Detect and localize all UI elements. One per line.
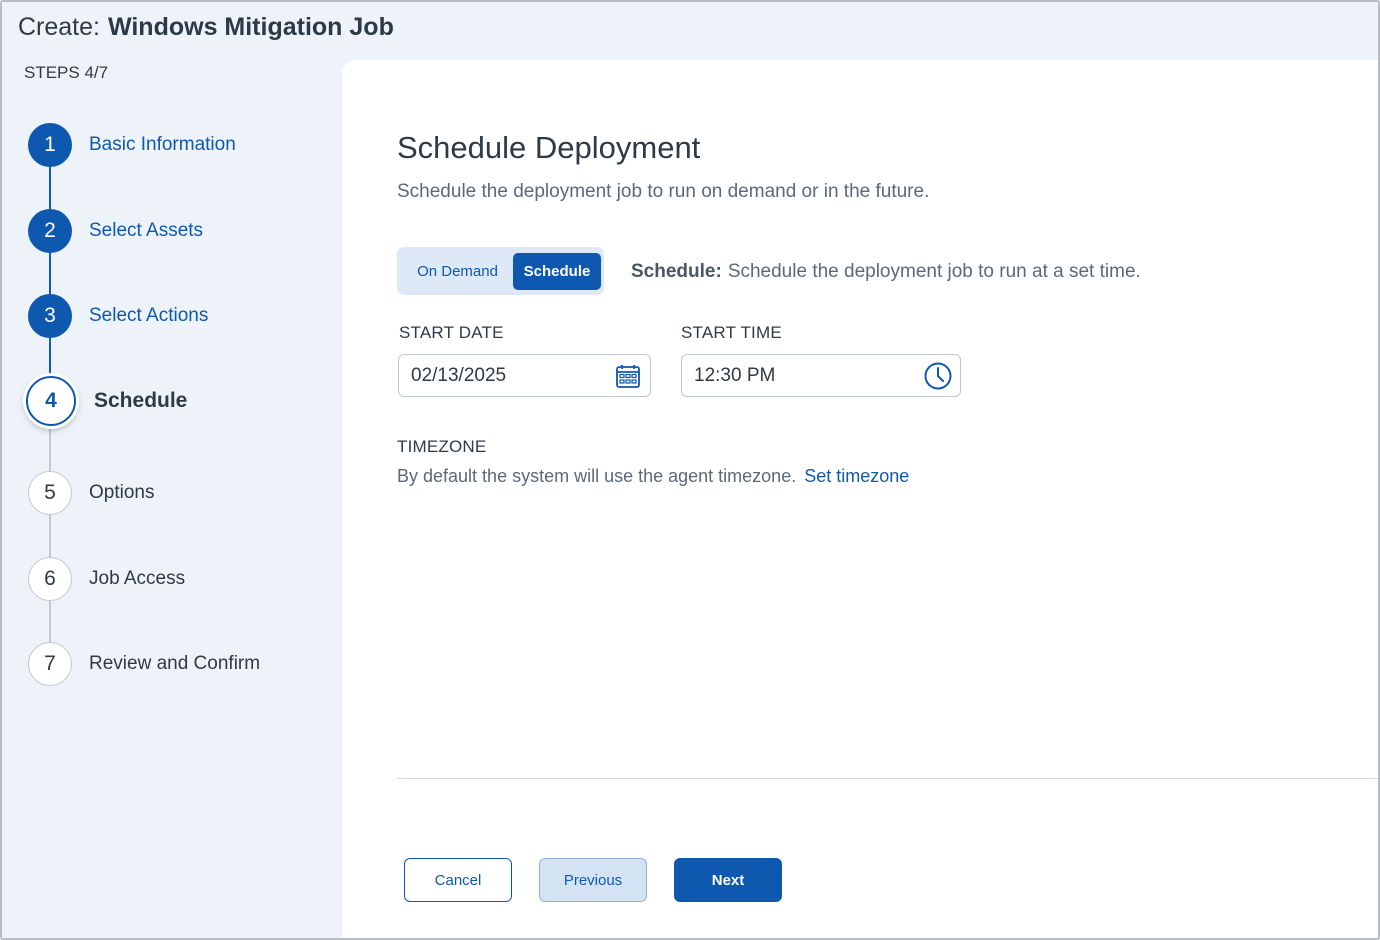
step-select-actions[interactable]: 3 Select Actions — [28, 294, 208, 338]
mode-description-text: Schedule the deployment job to run at a … — [727, 261, 1141, 282]
step-connector — [49, 166, 51, 210]
start-time-value: 12:30 PM — [694, 364, 776, 386]
step-select-assets[interactable]: 2 Select Assets — [28, 209, 203, 253]
timezone-info: By default the system will use the agent… — [397, 466, 909, 487]
step-connector — [49, 427, 51, 473]
step-label: Schedule — [94, 389, 188, 412]
schedule-option[interactable]: Schedule — [513, 252, 601, 290]
timezone-description: By default the system will use the agent… — [397, 466, 797, 486]
previous-button[interactable]: Previous — [539, 858, 647, 902]
main-panel: Schedule Deployment Schedule the deploym… — [342, 60, 1378, 938]
step-number-badge: 7 — [28, 642, 72, 686]
on-demand-option[interactable]: On Demand — [402, 253, 513, 290]
wizard-window: Create: Windows Mitigation Job STEPS 4/7 … — [0, 0, 1380, 940]
timezone-label: TIMEZONE — [397, 437, 487, 456]
calendar-icon[interactable] — [610, 358, 646, 394]
step-connector — [49, 600, 51, 642]
step-basic-information[interactable]: 1 Basic Information — [28, 123, 236, 167]
step-number-badge: 1 — [28, 123, 72, 167]
step-connector — [49, 252, 51, 295]
start-date-label: START DATE — [399, 323, 504, 342]
start-date-field[interactable]: 02/13/2025 — [398, 354, 651, 397]
start-time-label: START TIME — [681, 323, 782, 342]
step-label: Select Actions — [89, 305, 209, 326]
mode-description-title: Schedule: — [631, 261, 722, 282]
set-timezone-link[interactable]: Set timezone — [804, 466, 909, 486]
step-connector — [49, 337, 51, 377]
step-label: Basic Information — [89, 134, 236, 155]
section-heading: Schedule Deployment — [397, 130, 701, 165]
step-options: 5 Options — [28, 471, 154, 515]
cancel-button[interactable]: Cancel — [404, 858, 512, 902]
step-label: Job Access — [89, 568, 186, 589]
step-number-badge: 5 — [28, 471, 72, 515]
step-number-badge: 6 — [28, 557, 72, 601]
step-schedule: 4 Schedule — [26, 376, 187, 426]
step-job-access: 6 Job Access — [28, 557, 185, 601]
step-label: Review and Confirm — [89, 653, 261, 674]
step-number-badge: 4 — [26, 376, 76, 426]
mode-description: Schedule: Schedule the deployment job to … — [631, 261, 1141, 283]
start-time-field[interactable]: 12:30 PM — [681, 354, 961, 397]
step-label: Select Assets — [89, 220, 204, 241]
next-button[interactable]: Next — [674, 858, 782, 902]
footer-divider — [397, 778, 1378, 779]
schedule-mode-toggle: On Demand Schedule — [397, 247, 604, 295]
step-review-and-confirm: 7 Review and Confirm — [28, 642, 260, 686]
clock-icon[interactable] — [920, 358, 956, 394]
start-date-value: 02/13/2025 — [411, 364, 507, 386]
step-number-badge: 2 — [28, 209, 72, 253]
step-connector — [49, 514, 51, 558]
wizard-stepper: 1 Basic Information 2 Select Assets 3 Se… — [2, 2, 342, 938]
section-subheading: Schedule the deployment job to run on de… — [397, 181, 930, 202]
step-number-badge: 3 — [28, 294, 72, 338]
step-label: Options — [89, 482, 155, 503]
